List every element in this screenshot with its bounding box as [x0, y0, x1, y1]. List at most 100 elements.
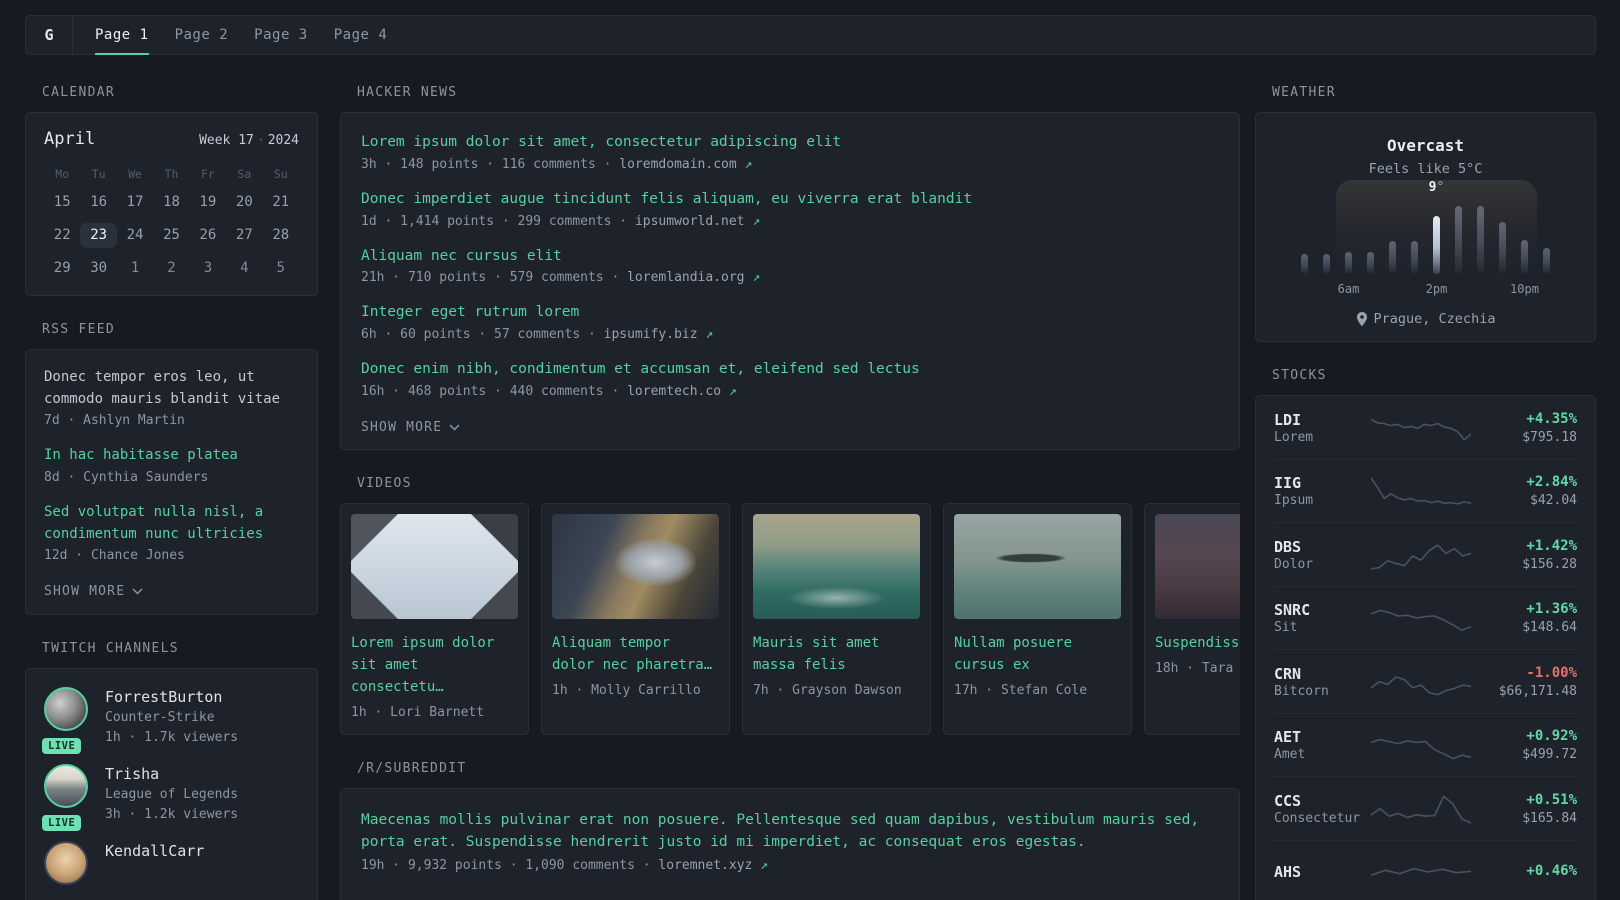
- video-title[interactable]: Aliquam tempor dolor nec pharetra…: [552, 635, 712, 673]
- rss-show-more-label: SHOW MORE: [44, 584, 126, 600]
- external-link-icon: ↗: [752, 213, 761, 229]
- stock-values: -1.00% $66,171.48: [1471, 664, 1577, 699]
- stock-ticker: DBS: [1274, 537, 1302, 556]
- weather-widget: Overcast Feels like 5°C 9° 6am 2pm 10pm Pr…: [1255, 112, 1596, 342]
- twitch-channel-row[interactable]: KendallCarr: [44, 841, 299, 886]
- tab-page-1[interactable]: Page 1: [82, 16, 162, 55]
- rss-item-title[interactable]: Sed volutpat nulla nisl, a condimentum n…: [44, 502, 299, 545]
- weather-bar: [1367, 252, 1374, 274]
- stock-row[interactable]: AET Amet +0.92% $499.72: [1274, 714, 1577, 777]
- reddit-post-domain-link[interactable]: loremnet.xyz: [658, 858, 752, 873]
- twitch-channel-meta: 3h · 1.2k viewers: [105, 806, 239, 822]
- stock-values: +2.84% $42.04: [1471, 473, 1577, 508]
- stock-sparkline: [1370, 535, 1472, 573]
- video-title[interactable]: Mauris sit amet massa felis: [753, 635, 879, 673]
- calendar-day: 25: [163, 227, 180, 243]
- hn-item-domain-link[interactable]: loremlandia.org: [627, 270, 744, 285]
- calendar-day: 21: [272, 194, 290, 210]
- hn-item-title[interactable]: Lorem ipsum dolor sit amet, consectetur …: [361, 132, 1219, 154]
- stock-row[interactable]: IIG Ipsum +2.84% $42.04: [1274, 460, 1577, 523]
- stock-row[interactable]: DBS Dolor +1.42% $156.28: [1274, 523, 1577, 587]
- stock-values: +0.51% $165.84: [1471, 791, 1577, 826]
- external-link-icon: ↗: [728, 383, 737, 399]
- hn-item-title[interactable]: Donec imperdiet augue tincidunt felis al…: [361, 189, 1219, 211]
- stock-price: $165.84: [1522, 810, 1577, 826]
- twitch-channel-info: KendallCarr: [105, 841, 204, 885]
- calendar-day: 26: [199, 227, 217, 243]
- stock-values: +0.46%: [1471, 862, 1577, 882]
- weather-bar: [1345, 252, 1352, 274]
- calendar-weekday: Fr: [200, 167, 215, 181]
- twitch-channel-info: ForrestBurton Counter-Strike 1h · 1.7k v…: [105, 687, 238, 747]
- stock-change: -1.00%: [1526, 664, 1577, 681]
- avatar-wrap: [44, 841, 90, 886]
- twitch-channel-info: Trisha League of Legends 3h · 1.2k viewe…: [105, 764, 238, 824]
- calendar-weekday: Su: [273, 167, 288, 181]
- external-link-icon: ↗: [752, 270, 761, 286]
- hn-item-title[interactable]: Donec enim nibh, condimentum et accumsan…: [361, 359, 1219, 381]
- rss-item-title[interactable]: In hac habitasse platea: [44, 445, 299, 467]
- hn-item-domain-link[interactable]: ipsumify.biz: [604, 327, 698, 342]
- stock-row[interactable]: SNRC Sit +1.36% $148.64: [1274, 587, 1577, 650]
- stock-change: +4.35%: [1526, 410, 1577, 427]
- twitch-channel-row[interactable]: LIVE ForrestBurton Counter-Strike 1h · 1…: [42, 687, 299, 755]
- video-title[interactable]: Nullam posuere cursus ex: [954, 635, 1072, 673]
- weather-bar: [1433, 216, 1440, 274]
- stock-id: IIG Ipsum: [1274, 473, 1371, 508]
- stock-row[interactable]: CRN Bitcorn -1.00% $66,171.48: [1274, 650, 1577, 714]
- video-thumbnail[interactable]: [552, 513, 719, 619]
- video-thumbnail[interactable]: [954, 513, 1121, 619]
- stock-row[interactable]: CCS Consectetur +0.51% $165.84: [1274, 777, 1577, 841]
- calendar-weekday: Th: [164, 167, 179, 181]
- hackernews-section-title: HACKER NEWS: [357, 85, 458, 100]
- hn-item-stats: 1d · 1,414 points · 299 comments ·: [361, 213, 635, 229]
- calendar-day: 1: [130, 260, 140, 276]
- hn-item-domain-link[interactable]: loremdomain.com: [619, 157, 736, 172]
- video-thumbnail[interactable]: [1155, 513, 1240, 619]
- rss-item-title[interactable]: Donec tempor eros leo, ut commodo mauris…: [44, 367, 299, 410]
- video-thumbnail[interactable]: [753, 513, 920, 619]
- stock-row[interactable]: LDI Lorem +4.35% $795.18: [1274, 396, 1577, 460]
- video-thumbnail[interactable]: [351, 513, 518, 619]
- calendar-month: April: [44, 129, 96, 149]
- stock-name: Consectetur: [1274, 810, 1361, 826]
- hn-item-domain-link[interactable]: loremtech.co: [627, 384, 721, 399]
- avatar: [44, 841, 88, 886]
- hn-item-stats: 21h · 710 points · 579 comments ·: [361, 270, 628, 286]
- tab-page-2[interactable]: Page 2: [162, 16, 242, 54]
- hn-item-title[interactable]: Aliquam nec cursus elit: [361, 246, 1219, 268]
- hn-show-more-button[interactable]: SHOW MORE: [361, 420, 460, 435]
- tab-page-3[interactable]: Page 3: [241, 16, 321, 54]
- video-card: Mauris sit amet massa felis 7h · Grayson…: [742, 502, 931, 735]
- calendar-day: 16: [90, 194, 108, 210]
- hn-item-domain-link[interactable]: ipsumworld.net: [635, 214, 745, 229]
- stock-row[interactable]: AHS +0.46%: [1274, 841, 1577, 900]
- hn-item-title[interactable]: Integer eget rutrum lorem: [361, 302, 1219, 324]
- rss-section-title: RSS FEED: [42, 322, 116, 337]
- stock-sparkline: [1370, 599, 1472, 637]
- calendar-day: 4: [240, 260, 249, 276]
- hn-show-more-label: SHOW MORE: [361, 419, 443, 435]
- video-title[interactable]: Lorem ipsum dolor sit amet consectetu…: [351, 635, 494, 695]
- video-card: Suspendisse diam 18h · Tara: [1144, 502, 1240, 735]
- middle-column: HACKER NEWS Lorem ipsum dolor sit amet, …: [340, 85, 1240, 900]
- avatar-wrap: LIVE: [42, 764, 90, 832]
- video-meta: 7h · Grayson Dawson: [753, 682, 902, 698]
- calendar-day: 18: [163, 194, 180, 210]
- hackernews-widget: Lorem ipsum dolor sit amet, consectetur …: [340, 112, 1240, 450]
- calendar-weekday: Mo: [55, 167, 70, 181]
- rss-show-more-button[interactable]: SHOW MORE: [44, 584, 143, 599]
- stock-values: +4.35% $795.18: [1471, 410, 1577, 445]
- hn-item-meta: 3h · 148 points · 116 comments · loremdo…: [361, 157, 1219, 172]
- hn-item: Donec enim nibh, condimentum et accumsan…: [361, 359, 1219, 399]
- videos-section: VIDEOS Lorem ipsum dolor sit amet consec…: [340, 476, 1240, 735]
- reddit-post-title[interactable]: Maecenas mollis pulvinar erat non posuer…: [361, 809, 1219, 854]
- video-title[interactable]: Suspendisse diam: [1155, 635, 1240, 651]
- rss-item-meta: 12d · Chance Jones: [44, 548, 185, 564]
- tab-page-4[interactable]: Page 4: [321, 16, 401, 54]
- stock-values: +1.36% $148.64: [1471, 600, 1577, 635]
- twitch-section-title: TWITCH CHANNELS: [42, 641, 179, 657]
- twitch-channel-row[interactable]: LIVE Trisha League of Legends 3h · 1.2k …: [42, 764, 299, 832]
- rss-item: In hac habitasse platea 8d · Cynthia Sau…: [44, 445, 299, 485]
- stock-price: $42.04: [1530, 493, 1577, 509]
